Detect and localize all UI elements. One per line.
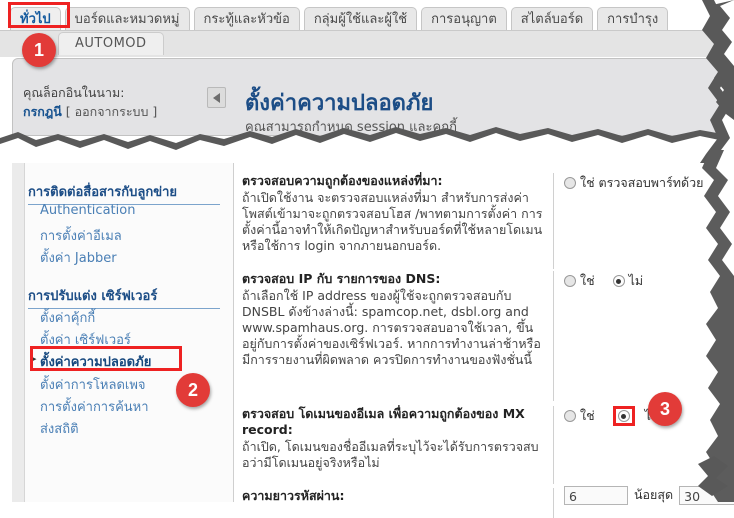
setting-label-cell: ความยาวรหัสผ่าน: [242, 488, 554, 518]
sidebar-item-authentication[interactable]: Authentication [40, 203, 135, 218]
primary-tab-bar: ทั่วไป บอร์ดและหมวดหมู่ กระทู้และหัวข้อ … [0, 0, 734, 32]
mx-record-no-highlight-box [612, 406, 635, 426]
radio-label: ใช่ ตรวจสอบพาร์ทด้วย [580, 175, 704, 190]
setting-label-cell: ตรวจสอบ โดเมนของอีเมล เพื่อความถูกต้องขอ… [242, 406, 554, 484]
callout-badge-1: 1 [22, 33, 56, 67]
radio-button[interactable] [612, 275, 625, 287]
content-area: การติดต่อสื่อสารกับลูกข่าย Authenticatio… [12, 163, 734, 518]
setting-title: ตรวจสอบ โดเมนของอีเมล เพื่อความถูกต้องขอ… [242, 406, 525, 437]
sidebar-item-send-statistics[interactable]: ส่งสถิติ [40, 418, 79, 439]
callout-badge-3: 3 [648, 392, 682, 426]
tab-permissions[interactable]: การอนุญาต [421, 7, 507, 32]
tab-general-highlight-box [8, 2, 70, 28]
sidebar-item-load-settings[interactable]: ตั้งค่าการโหลดเพจ [40, 374, 146, 395]
sidebar-item-cookie-settings[interactable]: ตั้งค่าคุ้กกี้ [40, 307, 95, 328]
tab-maintenance[interactable]: การบำรุง [597, 7, 669, 32]
settings-sidebar: การติดต่อสื่อสารกับลูกข่าย Authenticatio… [12, 163, 234, 502]
setting-title: ตรวจสอบความถูกต้องของแหล่งที่มา: [242, 173, 443, 188]
radio-option-yes[interactable]: ใช่ [564, 271, 607, 291]
setting-value-cell: 6 น้อยสุด 30 [564, 485, 734, 505]
setting-value-cell: ใช่ ตรวจสอบพาร์ทด้วย [564, 173, 715, 193]
login-prefix: คุณล็อกอินในนาม: [23, 85, 125, 100]
tab-boards-categories[interactable]: บอร์ดและหมวดหมู่ [64, 7, 190, 32]
radio-button[interactable] [617, 410, 630, 422]
left-triangle-icon[interactable] [207, 87, 226, 108]
page-title: ตั้งค่าความปลอดภัย [245, 91, 434, 116]
tab-label: กลุ่มผู้ใช้และผู้ใช้ [313, 12, 408, 27]
radio-button[interactable] [564, 177, 576, 189]
radio-option-yes-with-path[interactable]: ใช่ ตรวจสอบพาร์ทด้วย [564, 173, 715, 193]
radio-label: ใช่ [580, 408, 595, 423]
radio-label: ไม่ [628, 273, 644, 288]
radio-option-yes[interactable]: ใช่ [564, 406, 607, 426]
radio-option-no[interactable]: ไม่ [612, 271, 656, 291]
setting-description: ถ้าเปิดใช้งาน จะตรวจสอบแหล่งที่มา สำหรับ… [242, 190, 543, 253]
tab-label: AUTOMOD [75, 36, 147, 51]
settings-main: ตรวจสอบความถูกต้องของแหล่งที่มา: ถ้าเปิด… [234, 163, 734, 518]
range-mid-label: น้อยสุด [634, 487, 674, 502]
setting-label-cell: ตรวจสอบความถูกต้องของแหล่งที่มา: ถ้าเปิด… [242, 173, 554, 269]
secondary-tab-bar: AUTOMOD [0, 30, 734, 57]
page-subtitle: คุณสามารถกำหนด session และคุกกี้ [245, 120, 457, 135]
radio-label: ใช่ [580, 273, 595, 288]
setting-label-cell: ตรวจสอบ IP กับ รายการของ DNS: ถ้าเลือกใช… [242, 271, 554, 401]
setting-description: ถ้าเปิด, โดเมนของชื่ออีเมลที่ระบุไว้จะได… [242, 439, 539, 470]
tab-usergroups-users[interactable]: กลุ่มผู้ใช้และผู้ใช้ [303, 7, 418, 32]
logout-link[interactable]: [ ออกจากระบบ ] [66, 104, 158, 119]
sidebar-group-server-configuration: การปรับแต่ง เซิร์ฟเวอร์ [28, 285, 220, 309]
setting-description: ถ้าเลือกใช้ IP address ของผู้ใช้จะถูกตรว… [242, 288, 541, 367]
tab-automod[interactable]: AUTOMOD [58, 32, 164, 55]
tab-posts-topics[interactable]: กระทู้และหัวข้อ [193, 7, 300, 32]
sidebar-item-email-settings[interactable]: การตั้งค่าอีเมล [40, 225, 122, 246]
sidebar-rail [12, 163, 25, 502]
login-info: คุณล็อกอินในนาม: กรกฎนี [ ออกจากระบบ ] [23, 83, 223, 121]
callout-badge-2: 2 [176, 373, 210, 407]
tab-label: สไตล์บอร์ด [520, 12, 584, 27]
setting-value-cell: ใช่ ไม่ [564, 271, 655, 291]
sidebar-group-client-communication: การติดต่อสื่อสารกับลูกข่าย [28, 181, 220, 205]
tab-board-styles[interactable]: สไตล์บอร์ด [510, 7, 594, 32]
radio-button[interactable] [564, 410, 576, 422]
setting-title: ตรวจสอบ IP กับ รายการของ DNS: [242, 271, 441, 286]
tab-label: การบำรุง [607, 12, 659, 27]
tab-label: กระทู้และหัวข้อ [203, 12, 290, 27]
header-panel: คุณล็อกอินในนาม: กรกฎนี [ ออกจากระบบ ] ต… [12, 58, 724, 136]
username: กรกฎนี [23, 104, 62, 119]
sidebar-item-search-settings[interactable]: การตั้งค่าการค้นหา [40, 396, 149, 417]
tab-label: บอร์ดและหมวดหมู่ [74, 12, 180, 27]
sidebar-item-jabber-settings[interactable]: ตั้งค่า Jabber [40, 247, 117, 268]
sidebar-security-highlight-box [30, 346, 182, 371]
tab-label: การอนุญาต [431, 12, 497, 27]
radio-button[interactable] [564, 275, 576, 287]
